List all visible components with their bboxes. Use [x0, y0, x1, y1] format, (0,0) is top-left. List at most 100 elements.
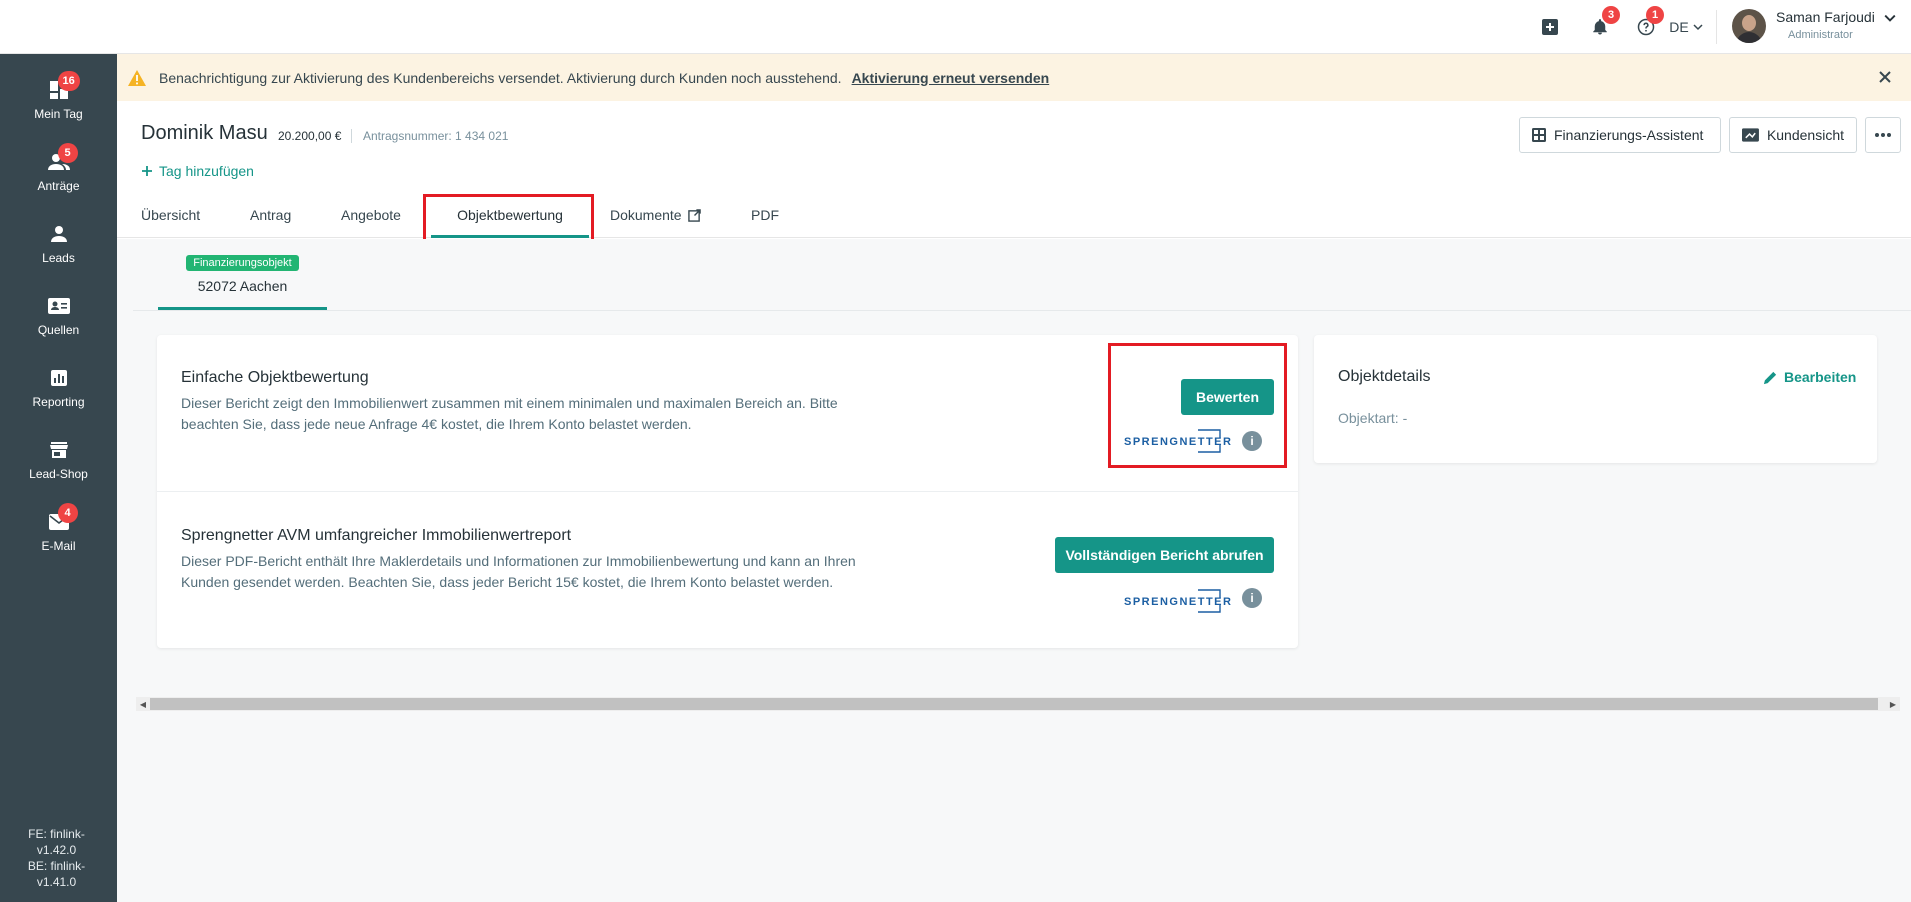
tab-angebote[interactable]: Angebote [341, 192, 401, 238]
object-details-card [1314, 335, 1877, 463]
version-line: BE: finlink- [27, 859, 86, 873]
tab-label: PDF [751, 207, 779, 223]
financing-assistant-label: Finanzierungs-Assistent [1554, 127, 1704, 143]
help-badge: 1 [1646, 6, 1664, 24]
user-role: Administrator [1788, 29, 1853, 41]
tab-label: Dokumente [610, 207, 682, 223]
user-menu-chevron-icon[interactable] [1884, 12, 1896, 24]
plus-icon [142, 166, 152, 176]
banner-text: Benachrichtigung zur Aktivierung des Kun… [159, 69, 842, 86]
tab-dokumente[interactable]: Dokumente [610, 192, 701, 238]
scrollbar-thumb[interactable] [150, 698, 1878, 710]
customer-view-label: Kundensicht [1766, 127, 1844, 143]
sidebar-item-reporting[interactable]: Reporting [0, 359, 117, 419]
customer-name: Dominik Masu [141, 122, 268, 144]
sidebar-item-label: Anträge [37, 179, 80, 193]
language-selector[interactable]: DE [1668, 0, 1704, 54]
scroll-left-icon[interactable]: ◀ [136, 697, 150, 711]
description-line: Dieser PDF-Bericht enthält Ihre Maklerde… [181, 553, 856, 569]
avm-report-title: Sprengnetter AVM umfangreicher Immobilie… [181, 527, 572, 544]
subtab-divider [133, 310, 1911, 311]
version-line: v1.42.0 [36, 843, 77, 857]
sidebar-badge: 5 [57, 143, 78, 163]
close-icon[interactable] [1875, 67, 1895, 87]
horizontal-scrollbar[interactable]: ◀ ▶ [136, 697, 1900, 711]
sidebar-item-mein-tag[interactable]: 16 Mein Tag [0, 71, 117, 131]
more-horizontal-icon [1875, 133, 1891, 137]
tab-uebersicht[interactable]: Übersicht [141, 192, 200, 238]
tab-label: Objektbewertung [457, 207, 563, 223]
edit-button[interactable]: Bearbeiten [1763, 369, 1856, 385]
notifications-button[interactable]: 3 [1588, 0, 1620, 54]
loan-amount: 20.200,00 € [278, 129, 342, 143]
activation-banner: Benachrichtigung zur Aktivierung des Kun… [117, 54, 1911, 101]
card-divider [157, 491, 1298, 492]
simple-valuation-description: Dieser Bericht zeigt den Immobilienwert … [181, 393, 921, 435]
header-separator [351, 129, 352, 143]
contact-card-icon [47, 295, 70, 317]
active-tab-indicator [431, 235, 589, 238]
sidebar-item-label: Quellen [37, 323, 80, 337]
sidebar-item-label: Leads [42, 251, 75, 265]
info-icon[interactable]: i [1242, 588, 1262, 608]
sidebar-item-e-mail[interactable]: 4 E-Mail [0, 503, 117, 563]
tab-label: Angebote [341, 207, 401, 223]
external-link-icon [687, 208, 701, 222]
customer-view-icon [1742, 128, 1759, 142]
help-button[interactable]: 1 [1634, 0, 1664, 54]
avatar[interactable] [1732, 9, 1766, 43]
sidebar-item-antraege[interactable]: 5 Anträge [0, 143, 117, 203]
add-tag-label: Tag hinzufügen [159, 163, 254, 179]
more-options-button[interactable] [1865, 117, 1901, 153]
topbar-divider [1716, 10, 1717, 44]
full-report-button[interactable]: Vollständigen Bericht abrufen [1055, 537, 1274, 573]
plus-square-icon [1542, 19, 1558, 35]
object-details-title: Objektdetails [1338, 368, 1431, 385]
sidebar-badge: 4 [57, 503, 78, 523]
financing-assistant-button[interactable]: Finanzierungs-Assistent [1519, 117, 1721, 153]
sidebar-item-quellen[interactable]: Quellen [0, 287, 117, 347]
sprengnetter-logo: SPRENGNETTER [1124, 429, 1231, 454]
sidebar-item-leads[interactable]: Leads [0, 215, 117, 275]
tab-pdf[interactable]: PDF [751, 192, 779, 238]
sidebar-item-label: Lead-Shop [29, 467, 88, 481]
warning-icon [128, 69, 146, 86]
add-button[interactable] [1538, 0, 1562, 54]
simple-valuation-title: Einfache Objektbewertung [181, 369, 369, 386]
sidebar: 16 Mein Tag 5 Anträge Leads Quellen Repo… [0, 54, 117, 902]
mail-icon: 4 [48, 503, 78, 533]
users-icon: 5 [47, 143, 78, 173]
application-number: Antragsnummer: 1 434 021 [363, 129, 509, 143]
dashboard-icon: 16 [48, 71, 80, 101]
object-type-field: Objektart: - [1338, 410, 1408, 426]
top-bar: 3 1 DE Saman Farjoudi Administrator [0, 0, 1911, 54]
sidebar-item-label: Reporting [32, 395, 85, 409]
version-line: FE: finlink- [28, 827, 85, 841]
calculator-icon [1532, 128, 1546, 142]
sidebar-item-lead-shop[interactable]: Lead-Shop [0, 431, 117, 491]
tab-label: Antrag [250, 207, 292, 223]
bewerten-button[interactable]: Bewerten [1181, 379, 1274, 415]
customer-view-button[interactable]: Kundensicht [1729, 117, 1857, 153]
chevron-down-icon [1693, 24, 1703, 31]
sidebar-item-label: Mein Tag [34, 107, 83, 121]
tab-label: Übersicht [141, 207, 201, 223]
user-name: Saman Farjoudi [1776, 9, 1875, 25]
version-line: v1.41.0 [36, 875, 77, 889]
sprengnetter-bracket-icon [1198, 589, 1222, 613]
notifications-badge: 3 [1602, 6, 1620, 24]
scroll-right-icon[interactable]: ▶ [1886, 697, 1900, 711]
object-location: 52072 Aachen [197, 278, 288, 294]
resend-activation-link[interactable]: Aktivierung erneut versenden [852, 70, 1050, 86]
subtab-financing-object[interactable]: Finanzierungsobjekt 52072 Aachen [158, 248, 327, 310]
tab-antrag[interactable]: Antrag [250, 192, 291, 238]
add-tag-button[interactable]: Tag hinzufügen [141, 163, 254, 179]
tab-objektbewertung[interactable]: Objektbewertung [427, 192, 593, 238]
info-icon[interactable]: i [1242, 431, 1262, 451]
store-icon [48, 439, 70, 461]
language-label: DE [1669, 19, 1689, 35]
pencil-icon [1763, 371, 1777, 384]
sidebar-item-label: E-Mail [41, 539, 76, 553]
sidebar-badge: 16 [57, 71, 80, 91]
edit-label: Bearbeiten [1784, 369, 1857, 385]
